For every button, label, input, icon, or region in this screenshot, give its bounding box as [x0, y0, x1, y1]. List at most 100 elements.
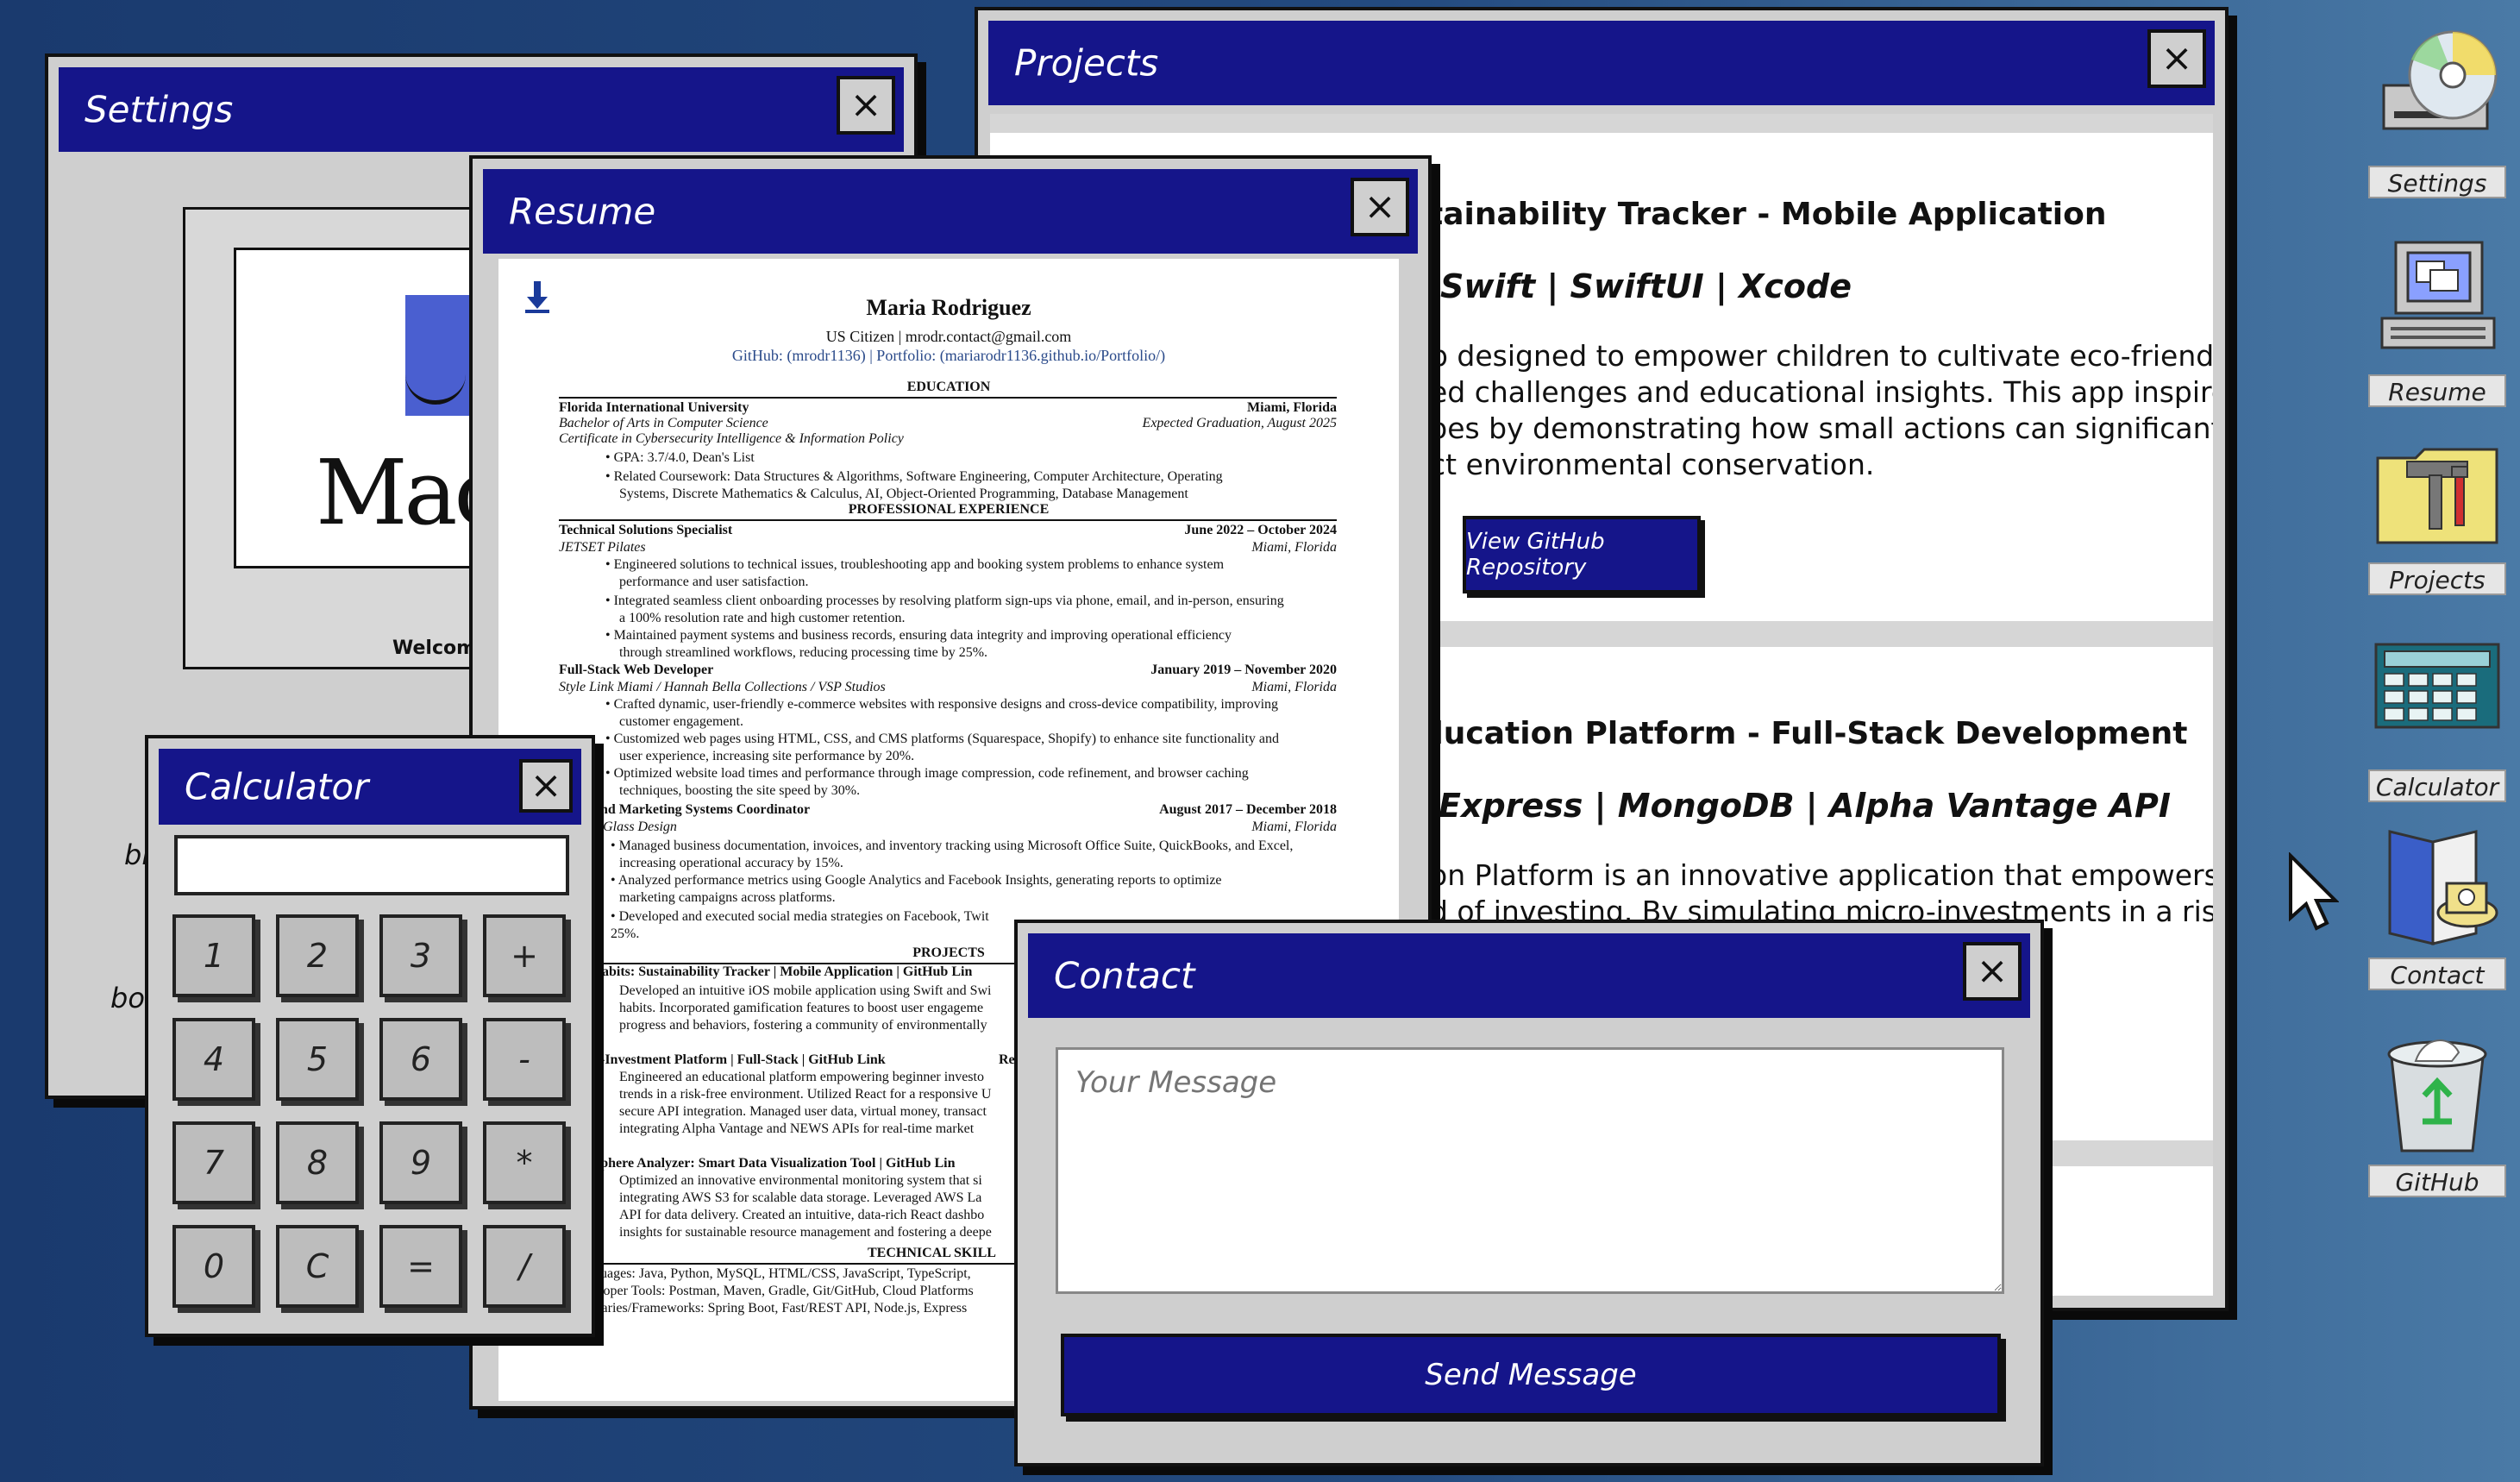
resume-titlebar[interactable]: Resume ×	[483, 169, 1418, 254]
resume-line: Florida International University	[559, 400, 749, 415]
calc-key-1[interactable]: 1	[172, 914, 255, 997]
resume-line: JETSET Pilates	[559, 540, 646, 555]
resume-section-rule	[559, 519, 1337, 521]
resume-line: progress and behaviors, fostering a comm…	[619, 1018, 987, 1033]
resume-line: • Analyzed performance metrics using Goo…	[611, 873, 1222, 888]
calc-key-2[interactable]: 2	[276, 914, 359, 997]
resume-line: Developed an intuitive iOS mobile applic…	[619, 983, 992, 998]
resume-line: insights for sustainable resource manage…	[619, 1225, 992, 1240]
projects-top-strip	[990, 114, 2213, 133]
calc-key-clear[interactable]: C	[276, 1225, 359, 1308]
resume-line: Miami, Florida	[1251, 819, 1337, 834]
resume-title: Resume	[509, 190, 656, 233]
resume-line: trends in a risk-free environment. Utili…	[619, 1087, 992, 1102]
resume-line: • Integrated seamless client onboarding …	[605, 593, 1284, 608]
project-1-tech: Swift | SwiftUI | Xcode	[1440, 267, 1852, 305]
calc-key-4[interactable]: 4	[172, 1018, 255, 1101]
calc-key-8[interactable]: 8	[276, 1121, 359, 1204]
resume-line: Miami, Florida	[1251, 680, 1337, 694]
project-2-tech: Express | MongoDB | Alpha Vantage API	[1439, 787, 2172, 825]
desktop-icon-label: Calculator	[2368, 769, 2506, 802]
desktop-icon-label: Contact	[2368, 958, 2506, 990]
contact-close-button[interactable]: ×	[1963, 942, 2022, 1001]
close-icon: ×	[1363, 185, 1396, 229]
mouse-cursor-icon	[2287, 851, 2340, 935]
resume-line: marketing campaigns across platforms.	[619, 890, 836, 905]
resume-line: Optimized an innovative environmental mo…	[619, 1173, 982, 1188]
projects-title: Projects	[1014, 41, 1159, 85]
resume-line: integrating Alpha Vantage and NEWS APIs …	[619, 1121, 975, 1136]
close-icon: ×	[530, 763, 562, 807]
computer-icon	[2368, 231, 2506, 361]
projects-close-button[interactable]: ×	[2147, 29, 2206, 88]
resume-line: January 2019 – November 2020	[1150, 663, 1337, 677]
resume-line: through streamlined workflows, reducing …	[619, 645, 988, 660]
resume-line: • Engineered solutions to technical issu…	[605, 557, 1225, 572]
resume-line: Style Link Miami / Hannah Bella Collecti…	[559, 680, 886, 694]
settings-title: Settings	[85, 88, 234, 131]
phone-book-icon	[2368, 823, 2506, 952]
welcome-text: Welcom	[392, 637, 477, 659]
project-1-description: p designed to empower children to cultiv…	[1430, 339, 2213, 481]
contact-titlebar[interactable]: Contact ×	[1028, 933, 2030, 1018]
calculator-title: Calculator	[185, 765, 369, 808]
calculator-close-button[interactable]: ×	[519, 759, 573, 813]
resume-line: guages: Java, Python, MySQL, HTML/CSS, J…	[593, 1266, 971, 1281]
resume-line: integrating AWS S3 for scalable data sto…	[619, 1190, 982, 1205]
desktop-icon-label: Projects	[2368, 562, 2506, 595]
settings-titlebar[interactable]: Settings ×	[59, 67, 904, 152]
calc-key-3[interactable]: 3	[379, 914, 462, 997]
desktop-icon-label: Settings	[2368, 166, 2506, 198]
resume-line: Libraries/Frameworks: Spring Boot, Fast/…	[578, 1301, 968, 1316]
calc-key-plus[interactable]: +	[483, 914, 566, 997]
resume-line: June 2022 – October 2024	[1184, 523, 1337, 537]
calc-key-equals[interactable]: =	[379, 1225, 462, 1308]
resume-section-rule	[559, 397, 1337, 399]
resume-line: abits: Sustainability Tracker | Mobile A…	[602, 964, 973, 979]
resume-line: • Developed and executed social media st…	[611, 909, 989, 924]
message-textarea[interactable]	[1056, 1047, 2004, 1294]
resume-line: • Optimized website load times and perfo…	[605, 766, 1249, 781]
calc-key-multiply[interactable]: *	[483, 1121, 566, 1204]
resume-line: • Crafted dynamic, user-friendly e-comme…	[605, 697, 1279, 712]
calculator-window[interactable]: Calculator × 1 2 3 +4 5 6- 7 8 9 * 0 C = /	[145, 735, 595, 1337]
calc-key-0[interactable]: 0	[172, 1225, 255, 1308]
resume-line: Bachelor of Arts in Computer Science	[559, 416, 768, 430]
resume-line: Technical Solutions Specialist	[559, 523, 733, 537]
calculator-display[interactable]	[174, 835, 569, 895]
resume-line: increasing operational accuracy by 15%.	[619, 856, 843, 870]
view-github-repository-button[interactable]: View GitHub Repository	[1463, 516, 1701, 593]
desktop-icon-label: GitHub	[2368, 1165, 2506, 1197]
resume-line: • GPA: 3.7/4.0, Dean's List	[605, 450, 755, 465]
calculator-icon	[2368, 625, 2506, 754]
resume-line: and Marketing Systems Coordinator	[593, 802, 811, 817]
calc-key-9[interactable]: 9	[379, 1121, 462, 1204]
calc-key-divide[interactable]: /	[483, 1225, 566, 1308]
calc-key-6[interactable]: 6	[379, 1018, 462, 1101]
calc-key-7[interactable]: 7	[172, 1121, 255, 1204]
send-message-button[interactable]: Send Message	[1061, 1334, 2001, 1416]
close-icon: ×	[2160, 36, 2193, 80]
resume-line: • Maintained payment systems and busines…	[605, 628, 1232, 643]
contact-title: Contact	[1054, 954, 1195, 997]
projects-titlebar[interactable]: Projects ×	[988, 21, 2215, 105]
resume-line: Certificate in Cybersecurity Intelligenc…	[559, 431, 904, 446]
resume-line: secure API integration. Managed user dat…	[619, 1104, 987, 1119]
folder-tools-icon	[2368, 428, 2506, 557]
project-2-title: ducation Platform - Full-Stack Developme…	[1421, 716, 2188, 751]
contact-window[interactable]: Contact × Send Message	[1014, 920, 2044, 1466]
recycle-bin-icon	[2368, 1027, 2506, 1156]
close-icon: ×	[849, 83, 882, 127]
resume-line: sphere Analyzer: Smart Data Visualizatio…	[595, 1156, 956, 1171]
resume-line: EDUCATION	[906, 380, 991, 394]
resume-line: Miami, Florida	[1247, 400, 1337, 415]
calc-key-minus[interactable]: -	[483, 1018, 566, 1101]
desktop-icon-label: Resume	[2368, 374, 2506, 407]
calc-key-5[interactable]: 5	[276, 1018, 359, 1101]
resume-close-button[interactable]: ×	[1351, 178, 1409, 236]
resume-line: • Related Coursework: Data Structures & …	[605, 469, 1223, 484]
settings-close-button[interactable]: ×	[837, 76, 895, 135]
resume-line: Expected Graduation, August 2025	[1142, 416, 1337, 430]
resume-line: a 100% resolution rate and high customer…	[619, 611, 906, 625]
calculator-titlebar[interactable]: Calculator ×	[159, 749, 581, 825]
